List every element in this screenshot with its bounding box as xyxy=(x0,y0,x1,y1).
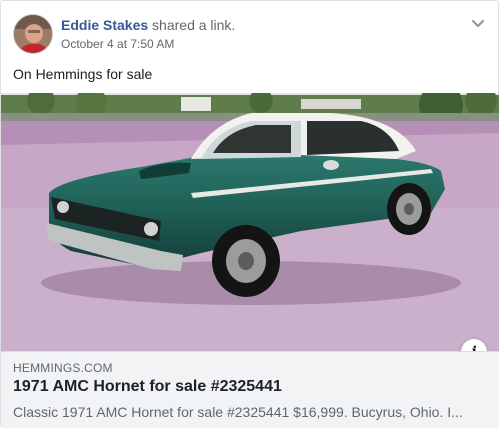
link-preview-card[interactable]: i HEMMINGS.COM 1971 AMC Hornet for sale … xyxy=(1,93,499,428)
link-preview-meta[interactable]: HEMMINGS.COM 1971 AMC Hornet for sale #2… xyxy=(1,351,499,428)
author-line: Eddie Stakes shared a link. xyxy=(61,16,235,34)
author-avatar[interactable] xyxy=(13,14,53,54)
chevron-down-icon xyxy=(472,20,484,27)
author-action-text: shared a link. xyxy=(152,17,236,33)
avatar-photo-icon xyxy=(14,15,52,53)
link-preview-image[interactable] xyxy=(1,93,499,351)
post-header: Eddie Stakes shared a link. October 4 at… xyxy=(1,1,498,61)
link-title[interactable]: 1971 AMC Hornet for sale #2325441 xyxy=(13,378,282,396)
author-name-link[interactable]: Eddie Stakes xyxy=(61,17,148,33)
link-domain: HEMMINGS.COM xyxy=(13,361,113,375)
car-photo-icon xyxy=(1,93,499,351)
feed-post: Eddie Stakes shared a link. October 4 at… xyxy=(0,0,499,428)
post-message: On Hemmings for sale xyxy=(13,66,153,82)
post-timestamp[interactable]: October 4 at 7:50 AM xyxy=(61,37,174,51)
link-description: Classic 1971 AMC Hornet for sale #232544… xyxy=(13,404,463,420)
post-options-button[interactable] xyxy=(468,13,488,33)
